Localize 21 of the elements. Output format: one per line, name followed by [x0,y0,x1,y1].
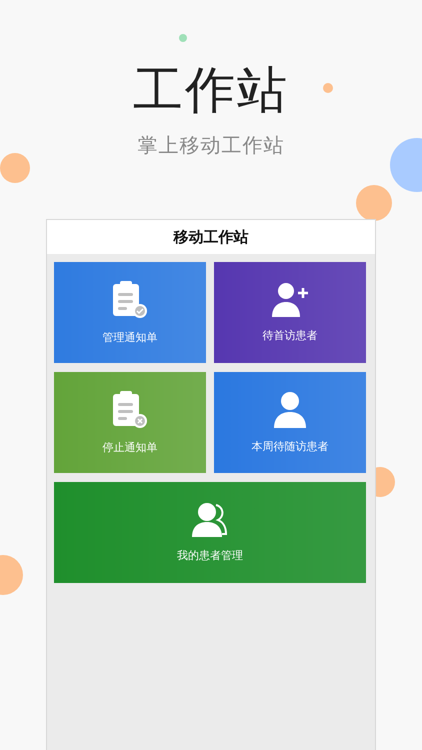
tile-label: 本周待随访患者 [252,439,328,454]
menu-tile[interactable]: 停止通知单 [54,372,206,473]
hero-title: 工作站 [133,60,289,120]
menu-tile[interactable]: 我的患者管理 [54,482,366,583]
decor-dot [0,153,30,183]
tile-label: 待首访患者 [262,328,318,343]
menu-tile[interactable]: 待首访患者 [214,262,366,363]
tile-label: 我的患者管理 [177,548,243,563]
user-plus-icon [270,282,310,318]
decor-dot [179,34,187,42]
users-icon [190,502,230,538]
user-icon [272,391,308,429]
tile-label: 管理通知单 [102,330,158,345]
hero-subtitle: 掌上移动工作站 [138,132,284,159]
menu-tile[interactable]: 本周待随访患者 [214,372,366,473]
decor-dot [323,83,333,93]
menu-tile[interactable]: 管理通知单 [54,262,206,363]
clipboard-check-icon [111,280,149,320]
clipboard-cross-icon [111,390,149,430]
tile-label: 停止通知单 [102,440,158,455]
screen-title: 移动工作站 [174,228,248,246]
